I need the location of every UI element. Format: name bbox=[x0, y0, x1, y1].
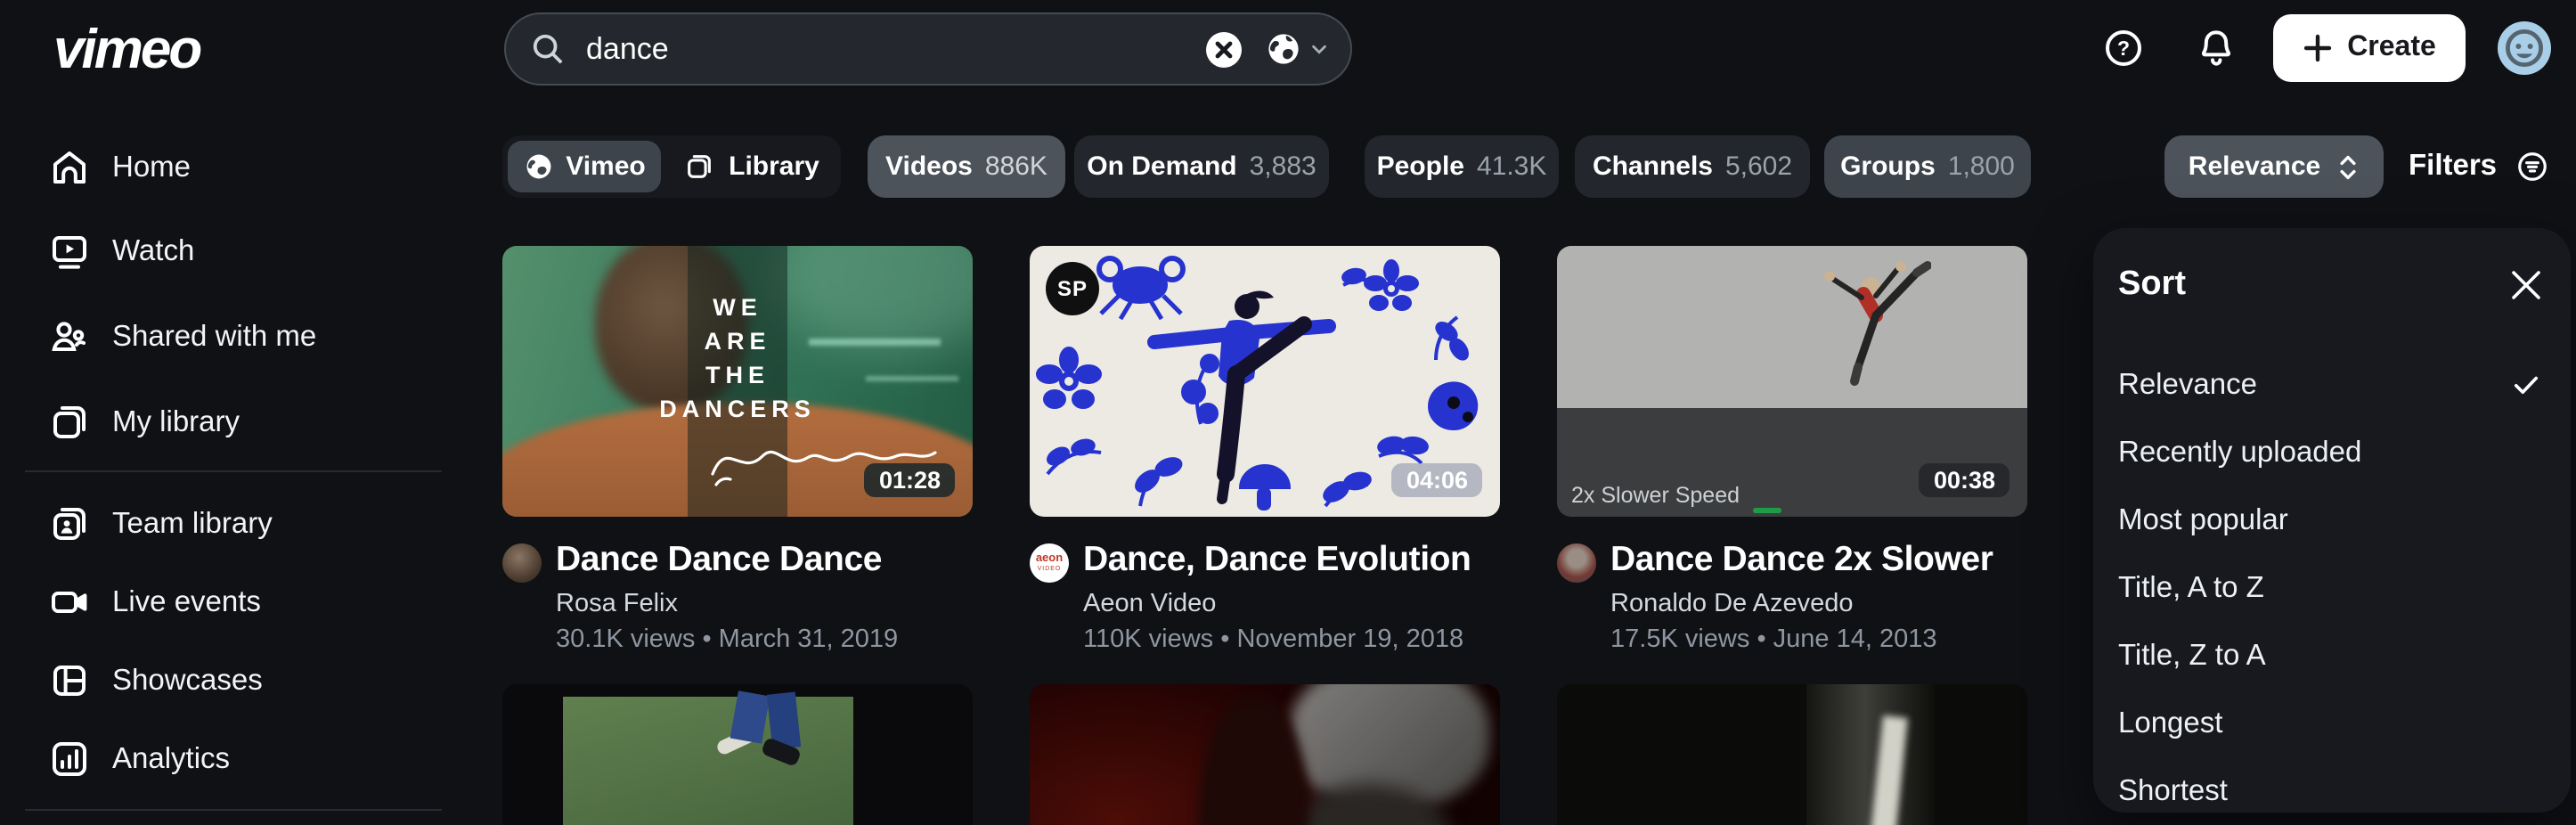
check-icon bbox=[2510, 369, 2542, 401]
team-library-icon bbox=[48, 502, 91, 545]
vimeo-search-page: vimeo ? Create Home Watch Shared wit bbox=[0, 0, 2576, 825]
search-scope-globe-dropdown[interactable] bbox=[1265, 30, 1329, 68]
chevron-down-icon bbox=[1309, 39, 1329, 59]
sidebar-item-live-events[interactable]: Live events bbox=[0, 574, 463, 631]
uploader-avatar[interactable] bbox=[1557, 543, 1596, 583]
uploader-avatar[interactable] bbox=[502, 543, 542, 583]
sort-panel-title: Sort bbox=[2118, 265, 2186, 305]
video-card: WE ARE THE DANCERS 01:28 Dance Dance Dan… bbox=[502, 246, 973, 655]
video-thumbnail[interactable] bbox=[502, 684, 973, 825]
video-title[interactable]: Dance Dance 2x Slower bbox=[1610, 542, 1993, 578]
sort-dropdown[interactable]: Relevance bbox=[2164, 135, 2384, 198]
sidebar-divider bbox=[25, 470, 442, 472]
video-owner[interactable]: Ronaldo De Azevedo bbox=[1610, 591, 1993, 619]
scope-tabs: Vimeo Library bbox=[502, 135, 841, 198]
tab-videos[interactable]: Videos886K bbox=[868, 135, 1065, 198]
watch-icon bbox=[48, 230, 91, 273]
showcases-icon bbox=[48, 659, 91, 702]
playback-speed-label: 2x Slower Speed bbox=[1571, 483, 1740, 508]
sort-option-recently-uploaded[interactable]: Recently uploaded bbox=[2093, 419, 2571, 486]
sidebar-item-my-library[interactable]: My library bbox=[0, 394, 463, 451]
video-duration-badge: 01:28 bbox=[865, 463, 955, 497]
video-thumbnail[interactable]: WE ARE THE DANCERS 01:28 bbox=[502, 246, 973, 517]
library-icon bbox=[48, 401, 91, 444]
video-owner[interactable]: Rosa Felix bbox=[556, 591, 898, 619]
people-icon bbox=[48, 315, 91, 358]
video-meta: 110K views • November 19, 2018 bbox=[1083, 626, 1471, 655]
notifications-bell-icon[interactable] bbox=[2195, 27, 2238, 69]
create-button[interactable]: Create bbox=[2273, 14, 2466, 82]
sp-badge: SP bbox=[1046, 262, 1099, 315]
tab-on-demand[interactable]: On Demand3,883 bbox=[1074, 135, 1329, 198]
live-events-camera-icon bbox=[48, 581, 91, 624]
video-card: 2x Slower Speed 00:38 Dance Dance 2x Slo… bbox=[1557, 246, 2027, 655]
globe-icon bbox=[1265, 30, 1302, 68]
video-thumbnail[interactable]: 2x Slower Speed 00:38 bbox=[1557, 246, 2027, 517]
home-icon bbox=[48, 146, 91, 189]
sidebar-item-showcases[interactable]: Showcases bbox=[0, 652, 463, 709]
vimeo-logo[interactable]: vimeo bbox=[53, 18, 200, 82]
video-card bbox=[1030, 684, 1500, 825]
close-icon[interactable] bbox=[2510, 269, 2542, 301]
smiley-avatar-icon bbox=[2503, 27, 2546, 69]
sidebar-item-analytics[interactable]: Analytics bbox=[0, 731, 463, 788]
sort-chevrons-icon bbox=[2335, 152, 2360, 181]
help-icon[interactable]: ? bbox=[2102, 27, 2145, 69]
tab-groups[interactable]: Groups1,800 bbox=[1824, 135, 2031, 198]
thumbnail-caption-text: WE ARE THE DANCERS bbox=[602, 290, 873, 426]
sort-option-most-popular[interactable]: Most popular bbox=[2093, 486, 2571, 554]
search-icon bbox=[531, 32, 565, 66]
tab-channels[interactable]: Channels5,602 bbox=[1575, 135, 1810, 198]
video-thumbnail[interactable] bbox=[1557, 684, 2027, 825]
sort-option-relevance[interactable]: Relevance bbox=[2093, 351, 2571, 419]
filter-icon bbox=[2515, 150, 2548, 184]
video-title[interactable]: Dance Dance Dance bbox=[556, 542, 898, 578]
search-input[interactable] bbox=[583, 29, 1206, 69]
video-meta: 17.5K views • June 14, 2013 bbox=[1610, 626, 1993, 655]
sidebar-divider bbox=[25, 809, 442, 811]
library-icon bbox=[684, 151, 714, 182]
analytics-icon bbox=[48, 738, 91, 780]
video-owner[interactable]: Aeon Video bbox=[1083, 591, 1471, 619]
clear-search-icon[interactable] bbox=[1206, 31, 1242, 67]
plus-icon bbox=[2303, 34, 2331, 62]
tab-vimeo[interactable]: Vimeo bbox=[508, 141, 661, 192]
video-duration-badge: 04:06 bbox=[1392, 463, 1482, 497]
tab-people[interactable]: People41.3K bbox=[1365, 135, 1559, 198]
video-thumbnail[interactable] bbox=[1030, 684, 1500, 825]
video-duration-badge: 00:38 bbox=[1920, 463, 2009, 497]
uploader-avatar[interactable]: aeon VIDEO bbox=[1030, 543, 1069, 583]
video-card bbox=[1557, 684, 2027, 825]
sidebar-item-watch[interactable]: Watch bbox=[0, 223, 463, 280]
filters-button[interactable]: Filters bbox=[2409, 135, 2548, 198]
search-bar bbox=[504, 12, 1352, 86]
globe-icon bbox=[523, 151, 553, 182]
watch-progress-bar bbox=[1753, 508, 1781, 513]
sort-option-shortest[interactable]: Shortest bbox=[2093, 757, 2571, 825]
dancer-figure bbox=[1817, 260, 1931, 403]
video-title[interactable]: Dance, Dance Evolution bbox=[1083, 542, 1471, 578]
video-thumbnail[interactable]: SP 04:06 bbox=[1030, 246, 1500, 517]
sort-option-longest[interactable]: Longest bbox=[2093, 690, 2571, 757]
sidebar-item-shared-with-me[interactable]: Shared with me bbox=[0, 308, 463, 365]
tab-library[interactable]: Library bbox=[666, 135, 837, 198]
sidebar-item-team-library[interactable]: Team library bbox=[0, 495, 463, 552]
video-meta: 30.1K views • March 31, 2019 bbox=[556, 626, 898, 655]
sort-option-title-z-to-a[interactable]: Title, Z to A bbox=[2093, 622, 2571, 690]
sidebar-item-home[interactable]: Home bbox=[0, 139, 463, 196]
video-card bbox=[502, 684, 973, 825]
user-avatar-menu[interactable] bbox=[2498, 21, 2551, 75]
sort-panel: Sort Relevance Recently uploaded Most po… bbox=[2093, 228, 2571, 813]
sort-option-title-a-to-z[interactable]: Title, A to Z bbox=[2093, 554, 2571, 622]
svg-text:?: ? bbox=[2117, 37, 2130, 60]
video-card: SP 04:06 aeon VIDEO Dance, Dance Evoluti… bbox=[1030, 246, 1500, 655]
